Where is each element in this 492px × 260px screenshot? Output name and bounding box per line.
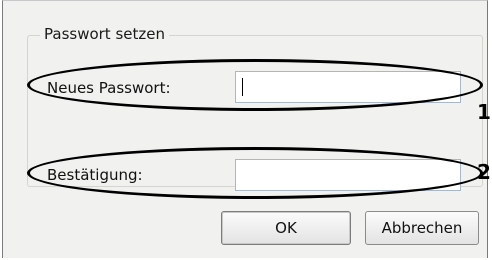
annotation-marker-2: 2 bbox=[477, 160, 491, 184]
annotation-oval-1 bbox=[27, 59, 483, 111]
annotation-oval-2 bbox=[27, 147, 483, 199]
group-title: Passwort setzen bbox=[40, 25, 169, 43]
password-dialog: Passwort setzen Neues Passwort: 1 Bestät… bbox=[2, 0, 491, 258]
cancel-button[interactable]: Abbrechen bbox=[365, 211, 479, 245]
annotation-marker-1: 1 bbox=[477, 100, 491, 124]
ok-button[interactable]: OK bbox=[221, 211, 351, 245]
